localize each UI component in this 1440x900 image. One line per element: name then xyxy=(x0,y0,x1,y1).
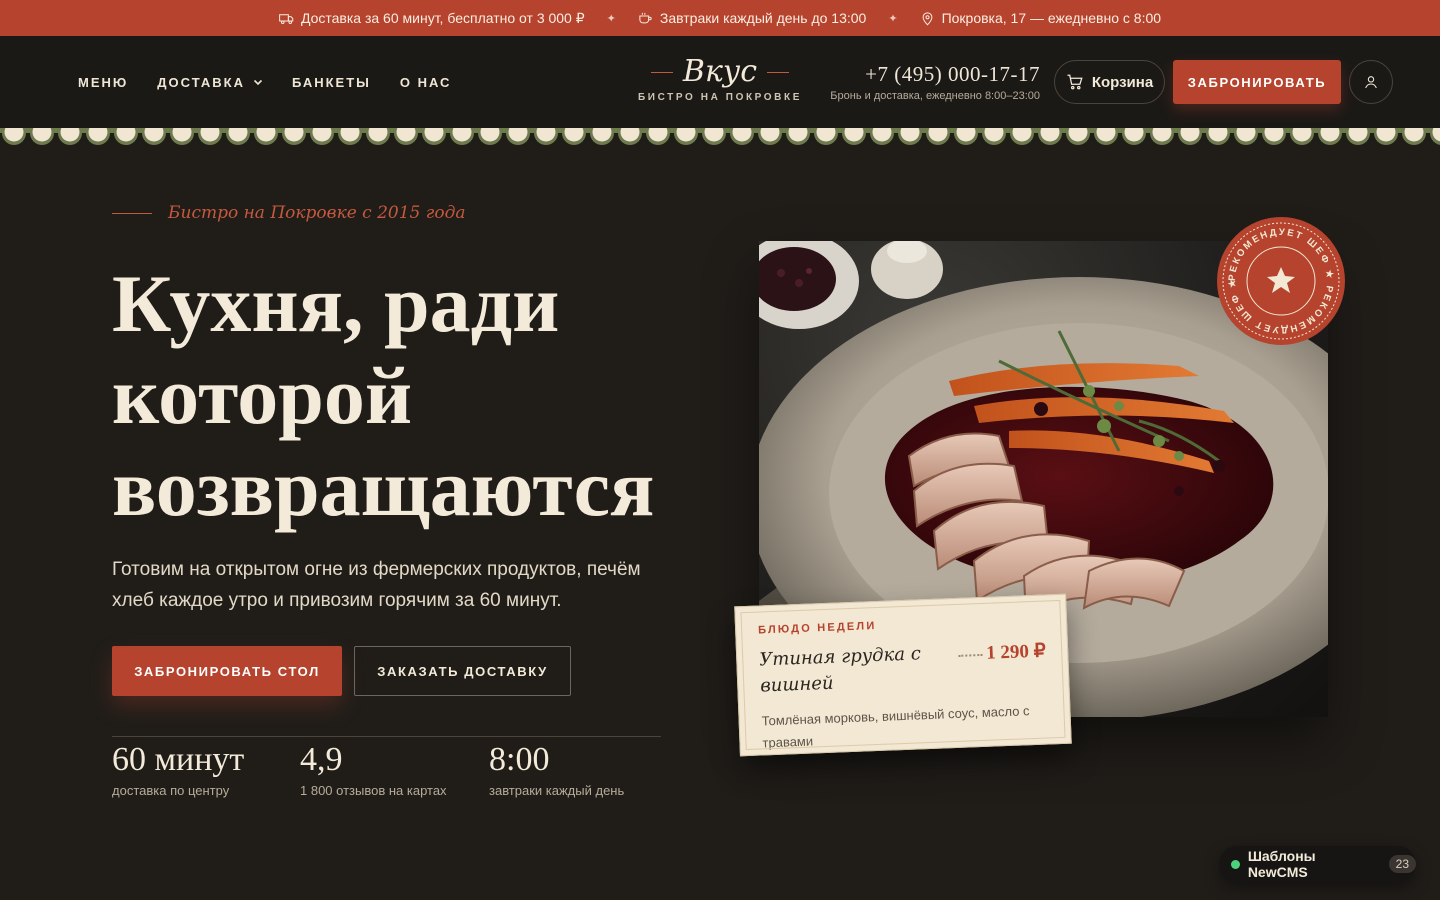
stat-label: 1 800 отзывов на картах xyxy=(300,783,447,798)
site-logo[interactable]: Вкус БИСТРО НА ПОКРОВКЕ xyxy=(620,54,820,103)
dish-of-week-card[interactable]: БЛЮДО НЕДЕЛИ Утиная грудка с вишней 1 29… xyxy=(734,593,1072,757)
account-button[interactable] xyxy=(1349,60,1393,104)
templates-widget[interactable]: Шаблоны NewCMS 23 xyxy=(1219,846,1416,882)
announcement-address: Покровка, 17 — ежедневно с 8:00 xyxy=(920,10,1161,26)
stat-value: 60 минут xyxy=(112,741,245,778)
dish-card-leader-dots xyxy=(958,653,983,657)
logo-dash-right xyxy=(767,71,790,73)
logo-dash-left xyxy=(650,71,673,73)
announcement-address-text: Покровка, 17 — ежедневно с 8:00 xyxy=(941,10,1162,26)
announcement-breakfast-text: Завтраки каждый день до 13:00 xyxy=(659,10,867,26)
phone-note: Бронь и доставка, ежедневно 8:00–23:00 xyxy=(830,90,1040,102)
header-book-button[interactable]: ЗАБРОНИРОВАТЬ xyxy=(1173,60,1341,104)
nav-item-menu[interactable]: МЕНЮ xyxy=(78,75,128,90)
stat-value: 4,9 xyxy=(300,741,343,778)
user-icon xyxy=(1365,76,1377,89)
location-pin-icon xyxy=(922,11,932,25)
stat-rating: 4,9 1 800 отзывов на картах xyxy=(300,740,447,798)
scalloped-divider xyxy=(0,128,1440,146)
contact-block: +7 (495) 000-17-17 Бронь и доставка, еже… xyxy=(818,62,1040,102)
announcement-delivery-text: Доставка за 60 минут, бесплатно от 3 000… xyxy=(300,9,585,26)
widget-count-badge: 23 xyxy=(1388,855,1416,873)
stat-label: завтраки каждый день xyxy=(489,783,625,798)
headline-line-2: которой xyxy=(112,350,413,441)
site-header: МЕНЮ ДОСТАВКА БАНКЕТЫ О НАС Вкус БИСТРО … xyxy=(0,36,1440,130)
stats-divider xyxy=(112,736,661,737)
announcement-bar: Доставка за 60 минут, бесплатно от 3 000… xyxy=(0,0,1440,36)
widget-label: Шаблоны NewCMS xyxy=(1247,848,1316,880)
eyebrow-text: Бистро на Покровке с 2015 года xyxy=(168,203,466,223)
cart-button-label: Корзина xyxy=(1091,73,1154,91)
book-table-button[interactable]: ЗАБРОНИРОВАТЬ СТОЛ xyxy=(112,646,342,696)
cart-icon xyxy=(1067,74,1083,90)
chef-recommends-badge: РЕКОМЕНДУЕТ ШЕФ ★ РЕКОМЕНДУЕТ ШЕФ ★ xyxy=(1217,217,1345,345)
stat-breakfast: 8:00 завтраки каждый день xyxy=(489,740,624,798)
nav-item-delivery-label: ДОСТАВКА xyxy=(157,74,245,90)
main-nav: МЕНЮ ДОСТАВКА БАНКЕТЫ О НАС xyxy=(78,36,451,128)
online-status-dot xyxy=(1231,859,1240,869)
cart-button[interactable]: Корзина xyxy=(1054,60,1165,104)
headline-line-3: возвращаются xyxy=(112,442,655,533)
announcement-breakfast: Завтраки каждый день до 13:00 xyxy=(638,10,866,26)
dish-card-price: 1 290 ₽ xyxy=(985,640,1047,664)
sparkle-separator-icon: ✦ xyxy=(888,12,898,25)
nav-item-about[interactable]: О НАС xyxy=(400,75,452,90)
announcement-delivery: Доставка за 60 минут, бесплатно от 3 000… xyxy=(279,10,585,27)
hero-lead: Готовим на открытом огне из фермерских п… xyxy=(112,559,641,611)
logo-subtitle: БИСТРО НА ПОКРОВКЕ xyxy=(638,92,802,103)
order-delivery-button[interactable]: ЗАКАЗАТЬ ДОСТАВКУ xyxy=(354,646,571,696)
chevron-down-icon xyxy=(253,79,263,86)
hero-headline: Кухня, ради которой возвращаются xyxy=(112,258,712,534)
stat-delivery: 60 минут доставка по центру xyxy=(112,740,244,798)
hero-eyebrow: Бистро на Покровке с 2015 года xyxy=(112,203,466,223)
headline-line-1: Кухня, ради xyxy=(112,258,560,349)
truck-icon xyxy=(279,13,294,24)
sparkle-separator-icon: ✦ xyxy=(606,12,616,25)
coffee-cup-icon xyxy=(639,12,652,23)
eyebrow-line xyxy=(112,212,152,214)
stat-label: доставка по центру xyxy=(112,783,230,798)
dish-card-name: Утиная грудка с вишней xyxy=(758,643,922,697)
nav-item-banquets[interactable]: БАНКЕТЫ xyxy=(292,75,371,90)
nav-item-delivery[interactable]: ДОСТАВКА xyxy=(157,75,263,90)
dish-card-tag: БЛЮДО НЕДЕЛИ xyxy=(757,619,877,637)
phone-link[interactable]: +7 (495) 000-17-17 xyxy=(818,62,1040,87)
logo-name: Вкус xyxy=(682,54,758,89)
stat-value: 8:00 xyxy=(489,741,550,778)
